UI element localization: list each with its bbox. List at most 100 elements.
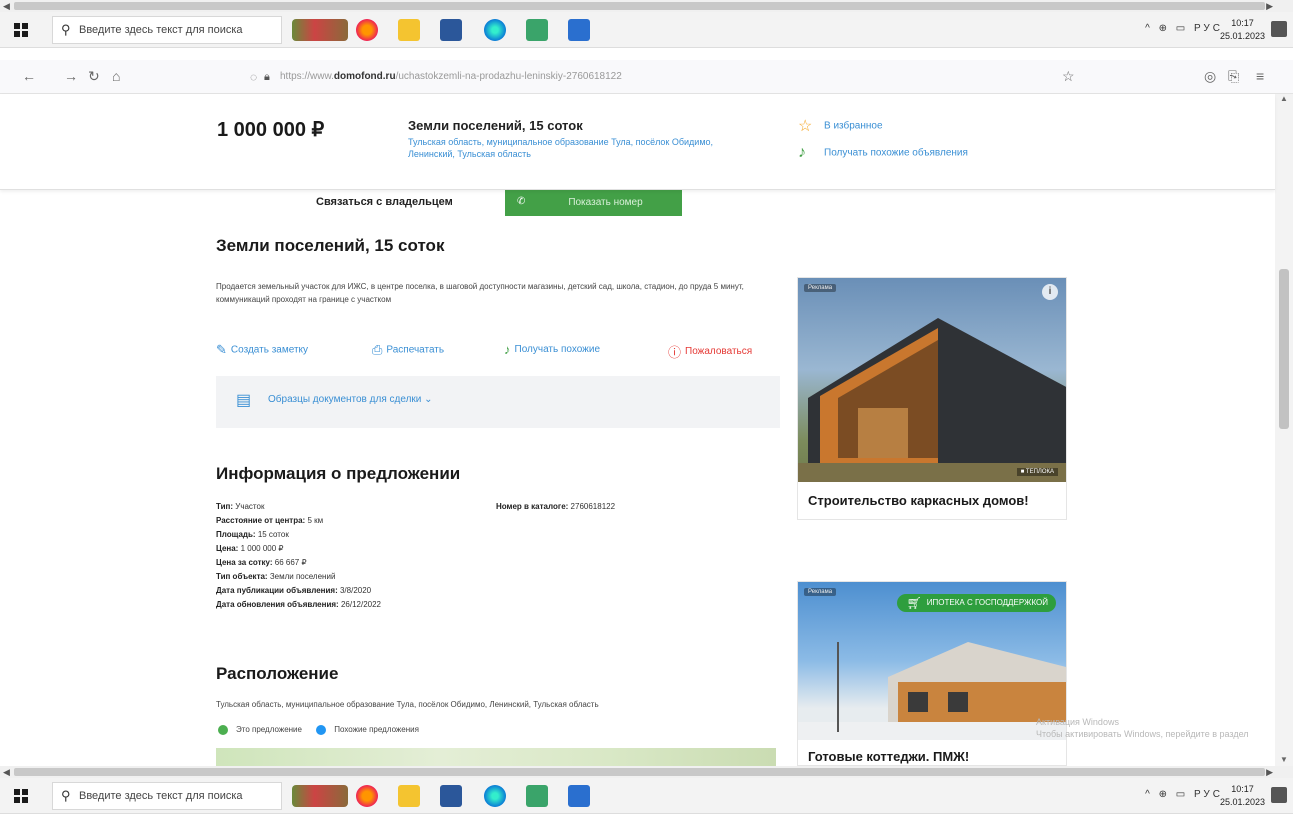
print-action[interactable]: ⎙ Распечатать — [372, 342, 444, 358]
info-object-type: Тип объекта: Земли поселений — [216, 570, 381, 584]
ad-label: Реклама — [804, 588, 837, 596]
sticky-title: Земли поселений, 15 соток — [408, 118, 583, 133]
info-price-per-key: Цена за сотку: — [216, 558, 273, 567]
ad-image-frame-house[interactable]: Реклама i ■ ТЕПЛОКА — [798, 278, 1066, 482]
info-object-type-value: Земли поселений — [269, 572, 336, 581]
edge-icon[interactable] — [484, 785, 506, 807]
scrollbar-thumb[interactable] — [14, 2, 1265, 10]
bottom-horizontal-scrollbar[interactable]: ◀ ▶ — [0, 766, 1293, 778]
clock[interactable]: 10:17 25.01.2023 — [1220, 17, 1265, 43]
photos-icon[interactable] — [568, 19, 590, 41]
back-icon[interactable]: ← — [22, 68, 36, 84]
input-language[interactable]: РУС — [1194, 23, 1223, 34]
scroll-down-icon[interactable]: ▼ — [1280, 755, 1288, 764]
system-tray[interactable]: ^ ⊕ ▭ РУС — [1145, 789, 1223, 800]
ad-info-icon[interactable]: i — [1042, 284, 1058, 300]
create-note-label: Создать заметку — [230, 344, 309, 356]
listing-actions: ✎ Создать заметку ⎙ Распечатать ♪ Получать … — [216, 342, 786, 361]
location-map[interactable] — [216, 748, 776, 766]
listing-description: Продается земельный участок для ИЖС, в ц… — [216, 282, 744, 304]
info-distance-value: 5 км — [307, 516, 324, 525]
pocket-icon[interactable]: ◎ — [1204, 68, 1216, 85]
ad-card-cottages[interactable]: Реклама 🛒︎ ИПОТЕКА С ГОСПОДДЕРЖКОЙ Готовы… — [797, 581, 1067, 766]
system-tray[interactable]: ^ ⊕ ▭ РУС — [1145, 23, 1223, 34]
clock[interactable]: 10:17 25.01.2023 — [1220, 783, 1265, 809]
favorites-label: В избранное — [824, 120, 883, 132]
bell-icon: ♪ — [504, 342, 511, 357]
activation-title: Активация Windows — [1036, 717, 1119, 727]
spreadsheet-icon[interactable] — [526, 785, 548, 807]
ad-card-frame-houses[interactable]: Реклама i ■ ТЕПЛОКА Строительство каркас… — [797, 277, 1067, 520]
document-samples-text: Образцы документов для сделки — [268, 394, 422, 405]
scroll-left-icon[interactable]: ◀ — [3, 766, 10, 778]
edge-icon[interactable] — [484, 19, 506, 41]
word-icon[interactable] — [440, 785, 462, 807]
input-language[interactable]: РУС — [1194, 789, 1223, 800]
contact-owner-label: Связаться с владельцем — [316, 196, 453, 208]
address-bar[interactable]: ◌ 🔒︎ https://www.domofond.ru/uchastokzem… — [240, 64, 1090, 90]
taskbar-search-placeholder: Введите здесь текст для поиска — [79, 24, 243, 36]
notifications-icon[interactable] — [1271, 21, 1287, 37]
info-catalog: Номер в каталоге: 2760618122 — [496, 500, 615, 514]
info-distance: Расстояние от центра: 5 км — [216, 514, 381, 528]
windows-activation-watermark: Активация Windows Чтобы активировать Win… — [1036, 716, 1249, 740]
info-type-key: Тип: — [216, 502, 233, 511]
shield-icon[interactable]: ◌ — [250, 64, 257, 90]
vertical-scrollbar-thumb[interactable] — [1279, 269, 1289, 429]
bookmark-star-icon[interactable]: ☆ — [1062, 68, 1075, 85]
search-icon: ⚲ — [61, 788, 71, 803]
show-phone-button[interactable]: ✆ Показать номер — [505, 190, 682, 216]
file-explorer-icon[interactable] — [398, 785, 420, 807]
scroll-right-icon[interactable]: ▶ — [1266, 766, 1273, 778]
info-area: Площадь: 15 соток — [216, 528, 381, 542]
top-horizontal-scrollbar[interactable]: ◀ ▶ — [0, 0, 1293, 12]
news-widget-icon[interactable] — [292, 785, 348, 807]
taskbar-bottom: ⚲ Введите здесь текст для поиска ^ ⊕ ▭ Р… — [0, 778, 1293, 814]
spreadsheet-icon[interactable] — [526, 19, 548, 41]
windows-start-icon[interactable] — [14, 789, 28, 803]
forward-icon[interactable]: → — [64, 68, 78, 84]
activation-text: Чтобы активировать Windows, перейдите в … — [1036, 729, 1249, 739]
ad-caption[interactable]: Строительство каркасных домов! — [798, 482, 1066, 519]
lock-icon[interactable]: 🔒︎ — [264, 64, 270, 90]
sticky-address[interactable]: Тульская область, муниципальное образова… — [408, 136, 753, 160]
add-to-favorites-link[interactable]: ☆ В избранное — [798, 116, 883, 136]
scroll-right-icon[interactable]: ▶ — [1266, 0, 1273, 12]
reload-icon[interactable]: ↻ — [88, 68, 100, 85]
menu-icon[interactable]: ≡ — [1256, 68, 1264, 84]
offer-info-heading: Информация о предложении — [216, 464, 461, 483]
firefox-icon[interactable] — [356, 19, 378, 41]
subscribe-similar-link[interactable]: ♪ Получать похожие объявления — [798, 144, 968, 162]
photos-icon[interactable] — [568, 785, 590, 807]
word-icon[interactable] — [440, 19, 462, 41]
browser-toolbar: ← → ↻ ⌂ ◌ 🔒︎ https://www.domofond.ru/uch… — [0, 60, 1293, 94]
phone-icon: ✆ — [517, 196, 526, 207]
extensions-icon[interactable]: ⎘ — [1228, 68, 1239, 85]
document-samples-label[interactable]: Образцы документов для сделки ⌄ — [268, 394, 433, 405]
scroll-left-icon[interactable]: ◀ — [3, 0, 10, 12]
create-note-action[interactable]: ✎ Создать заметку — [216, 342, 308, 358]
legend-similar-label: Похожие предложения — [334, 725, 419, 735]
firefox-icon[interactable] — [356, 785, 378, 807]
file-explorer-icon[interactable] — [398, 19, 420, 41]
get-similar-action[interactable]: ♪ Получать похожие — [504, 342, 600, 357]
scrollbar-thumb[interactable] — [14, 768, 1265, 776]
scroll-up-icon[interactable]: ▲ — [1280, 94, 1288, 103]
news-widget-icon[interactable] — [292, 19, 348, 41]
page-vertical-scrollbar[interactable]: ▲ ▼ — [1275, 94, 1293, 766]
document-samples-panel[interactable]: ▤ Образцы документов для сделки ⌄ — [216, 376, 780, 428]
report-icon: ⓘ — [668, 345, 682, 360]
ad-photo-label: ■ ТЕПЛОКА — [1016, 468, 1058, 476]
offer-info-list: Тип: Участок Расстояние от центра: 5 км … — [216, 500, 381, 612]
taskbar-search-input[interactable]: ⚲ Введите здесь текст для поиска — [52, 782, 282, 810]
cart-icon: 🛒︎ — [906, 596, 923, 610]
report-action[interactable]: ⓘ Пожаловаться — [668, 342, 752, 361]
printer-icon: ⎙ — [372, 342, 383, 357]
print-label: Распечатать — [386, 344, 445, 356]
ad-image-cottage[interactable]: Реклама 🛒︎ ИПОТЕКА С ГОСПОДДЕРЖКОЙ — [798, 582, 1066, 740]
home-icon[interactable]: ⌂ — [112, 68, 120, 84]
info-price: Цена: 1 000 000 ₽ — [216, 542, 381, 556]
windows-start-icon[interactable] — [14, 23, 28, 37]
notifications-icon[interactable] — [1271, 787, 1287, 803]
taskbar-search-input[interactable]: ⚲ Введите здесь текст для поиска — [52, 16, 282, 44]
